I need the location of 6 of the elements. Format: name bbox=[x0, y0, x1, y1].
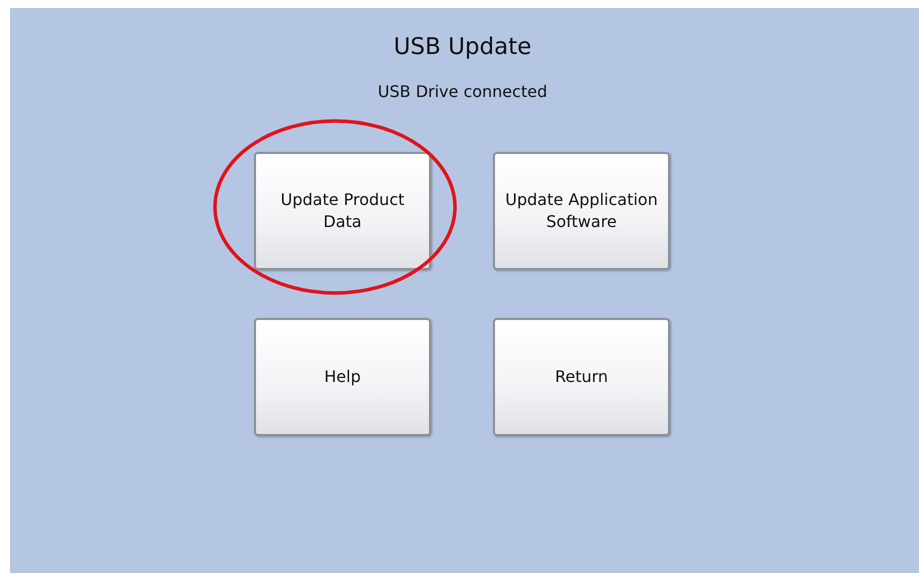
menu-button[interactable]: Update Product Data bbox=[254, 152, 431, 270]
menu-button[interactable]: Update Application Software bbox=[493, 152, 670, 270]
screen-title: USB Update bbox=[394, 36, 532, 59]
connection-status: USB Drive connected bbox=[378, 84, 548, 100]
menu-button[interactable]: Help bbox=[254, 318, 431, 436]
menu-button[interactable]: Return bbox=[493, 318, 670, 436]
